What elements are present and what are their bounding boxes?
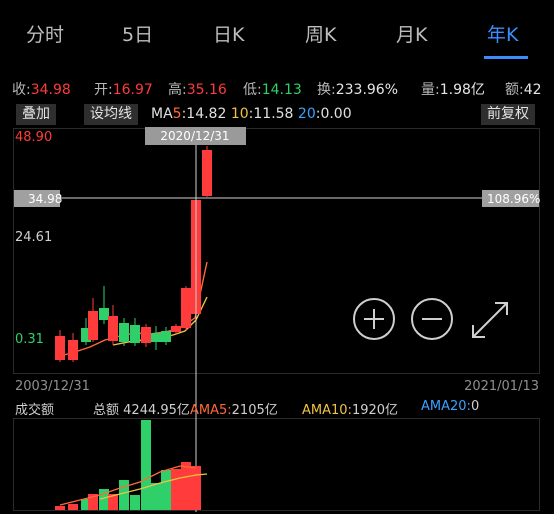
volume-title: 成交额 <box>15 403 55 418</box>
volume-bar <box>68 504 78 510</box>
ama20-value: 0 <box>470 399 480 414</box>
candle <box>119 323 129 342</box>
volume-bar <box>130 495 140 510</box>
zoom-in-icon <box>353 298 395 340</box>
ama10-value: 1920亿 <box>351 403 399 418</box>
volume-bar <box>181 462 191 510</box>
x-axis-start-label: 2003/12/31 <box>15 379 90 394</box>
candle <box>181 288 191 328</box>
candle <box>108 316 118 341</box>
zoom-in-button[interactable] <box>352 297 396 341</box>
crosshair-date: 2020/12/31 <box>160 129 229 143</box>
volume-bar <box>191 466 201 510</box>
y-axis-low-label: 0.31 <box>15 332 44 347</box>
zoom-out-icon <box>411 298 453 340</box>
volume-total-value: 4244.95亿 <box>123 403 190 418</box>
ama10: AMA10:1920亿 <box>302 399 398 418</box>
candle <box>99 308 109 320</box>
kline-chart[interactable]: 2020/12/31 34.98 108.96% 48.90 24.61 0.3… <box>0 0 554 514</box>
crosshair-price: 34.98 <box>28 192 62 206</box>
volume-bar <box>171 469 181 510</box>
volume-legend: 成交额 总额 4244.95亿 AMA5:2105亿 AMA10:1920亿 A… <box>0 399 554 419</box>
expand-button[interactable] <box>469 299 511 341</box>
candle <box>171 326 181 332</box>
volume-total: 总额 4244.95亿 <box>93 399 190 418</box>
candle <box>130 325 140 343</box>
ama20-label: AMA20: <box>421 399 471 414</box>
volume-total-label: 总额 <box>93 403 120 418</box>
candle <box>88 311 98 340</box>
volume-bar <box>161 470 171 510</box>
ama5-value: 2105亿 <box>231 403 278 418</box>
candle <box>141 327 151 343</box>
volume-bar <box>141 420 151 510</box>
candle <box>68 340 78 360</box>
zoom-out-button[interactable] <box>410 297 454 341</box>
expand-icon <box>472 302 508 338</box>
volume-bar <box>119 480 129 510</box>
ama10-label: AMA10: <box>302 403 352 418</box>
ama20: AMA20:0 <box>421 399 479 414</box>
volume-bar <box>151 483 161 510</box>
y-axis-mid-label: 24.61 <box>15 230 52 245</box>
volume-bars <box>55 420 201 510</box>
candlesticks <box>55 146 212 362</box>
candle <box>161 331 171 342</box>
y-axis-top-label: 48.90 <box>15 130 52 145</box>
volume-bar <box>55 506 65 510</box>
crosshair-pct: 108.96% <box>487 192 540 206</box>
ama5: AMA5:2105亿 <box>190 399 278 418</box>
candle <box>151 333 161 342</box>
candle <box>55 336 65 360</box>
x-axis-end-label: 2021/01/13 <box>464 379 539 394</box>
ama5-label: AMA5: <box>190 403 232 418</box>
candle <box>202 150 212 196</box>
